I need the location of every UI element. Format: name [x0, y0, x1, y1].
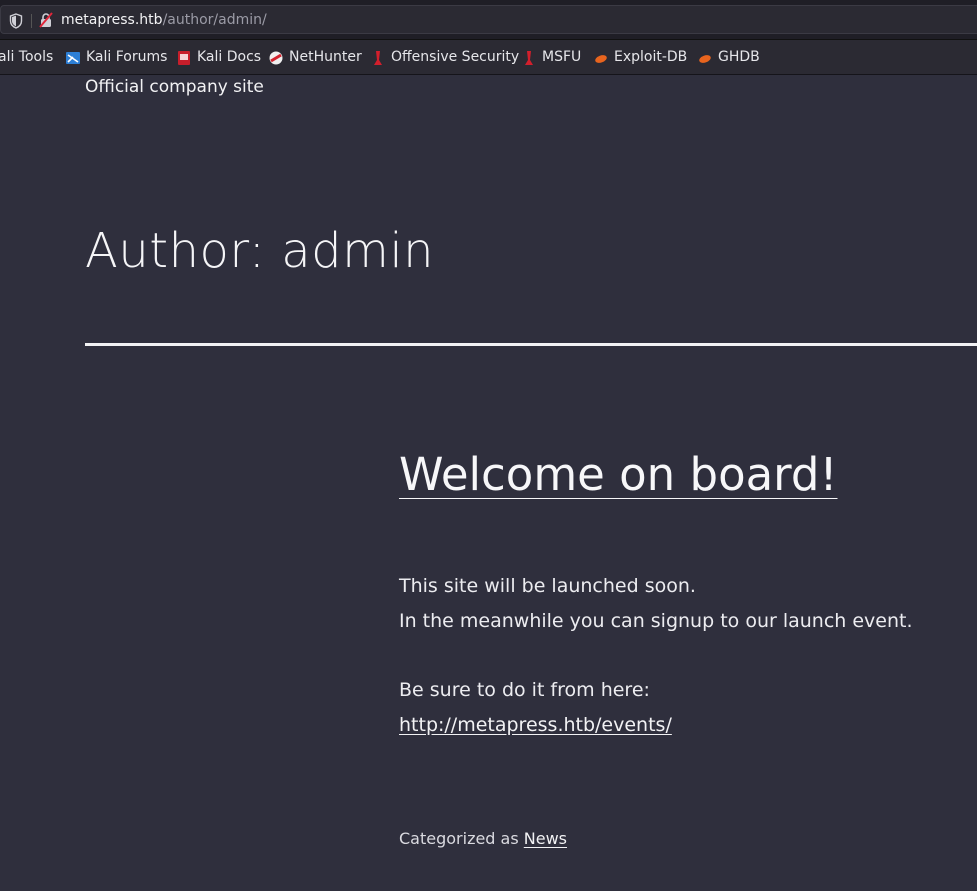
post-line-2: In the meanwhile you can signup to our l…: [399, 610, 913, 632]
events-link[interactable]: http://metapress.htb/events/: [399, 714, 672, 736]
bookmark-label: Kali Forums: [86, 49, 168, 65]
category-link-news[interactable]: News: [524, 829, 567, 848]
post-title-link[interactable]: Welcome on board!: [399, 448, 838, 501]
bookmark-ghdb[interactable]: GHDB: [697, 49, 760, 66]
post-line-3: Be sure to do it from here:: [399, 679, 650, 701]
msfu-icon: [525, 50, 533, 65]
tracking-protection-shield-icon[interactable]: [9, 13, 23, 29]
post-line-1: This site will be launched soon.: [399, 575, 696, 597]
bookmark-label: ali Tools: [0, 49, 54, 65]
bookmark-label: Offensive Security: [391, 49, 520, 65]
kali-forums-icon: [66, 51, 80, 64]
browser-toolbar: metapress.htb/author/admin/: [0, 0, 977, 40]
urlbar-divider: [31, 14, 32, 28]
offensive-security-icon: [374, 50, 382, 65]
bookmark-kali-tools[interactable]: ali Tools: [0, 49, 53, 66]
post-categories: Categorized as News: [399, 829, 567, 848]
archive-title: Author: admin: [85, 223, 435, 279]
bookmark-nethunter[interactable]: NetHunter: [268, 49, 362, 66]
url-path: /author/admin/: [162, 12, 267, 28]
categorized-label: Categorized as: [399, 829, 519, 848]
ghdb-icon: [699, 54, 711, 63]
site-description: Official company site: [85, 77, 264, 97]
bookmark-kali-forums[interactable]: Kali Forums: [65, 49, 167, 66]
bookmark-label: Kali Docs: [197, 49, 262, 65]
url-text[interactable]: metapress.htb/author/admin/: [61, 12, 267, 29]
bookmark-offensive-security[interactable]: Offensive Security: [370, 49, 519, 66]
url-host: metapress.htb: [61, 12, 163, 28]
bookmark-exploit-db[interactable]: Exploit-DB: [593, 49, 687, 66]
bookmark-label: Exploit-DB: [614, 49, 688, 65]
kali-docs-icon: [178, 50, 190, 65]
nethunter-icon: [269, 51, 283, 64]
bookmark-kali-docs[interactable]: Kali Docs: [176, 49, 261, 66]
post-paragraph-1: This site will be launched soon. In the …: [399, 569, 913, 639]
bookmark-label: MSFU: [542, 49, 582, 65]
insecure-connection-icon[interactable]: [38, 12, 54, 28]
bookmark-msfu[interactable]: MSFU: [521, 49, 581, 66]
address-bar[interactable]: metapress.htb/author/admin/: [0, 5, 977, 34]
exploit-db-icon: [595, 54, 607, 63]
post-paragraph-2: Be sure to do it from here: http://metap…: [399, 673, 672, 743]
header-divider: [85, 343, 977, 346]
bookmarks-toolbar: ali Tools Kali Forums Kali Docs NetHunte…: [0, 40, 977, 75]
bookmark-label: NetHunter: [289, 49, 362, 65]
bookmark-label: GHDB: [718, 49, 760, 65]
